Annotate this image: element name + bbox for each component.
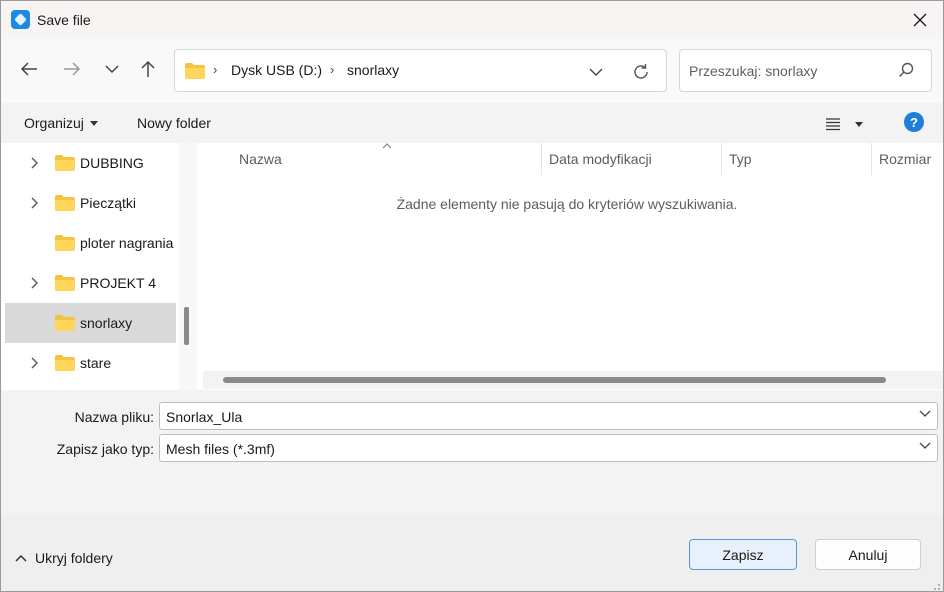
hide-folders-button[interactable]: Ukryj foldery [15, 550, 113, 566]
tree-item-label: PROJEKT 4 [80, 275, 156, 291]
address-history-dropdown[interactable] [583, 60, 609, 84]
sort-ascending-icon [382, 143, 392, 149]
organize-menu-button[interactable]: Organizuj [24, 115, 98, 131]
tree-item-dubbing[interactable]: DUBBING [5, 143, 176, 183]
navigation-scrollbar-thumb[interactable] [184, 307, 189, 345]
filetype-select[interactable]: Mesh files (*.3mf) [159, 434, 938, 462]
change-view-button[interactable] [825, 113, 873, 135]
app-icon [11, 10, 30, 29]
breadcrumb-separator: › [213, 62, 218, 77]
help-button[interactable]: ? [904, 112, 924, 132]
caret-down-icon [855, 121, 863, 127]
breadcrumb-drive[interactable]: Dysk USB (D:) [231, 62, 322, 78]
folder-icon [55, 195, 75, 211]
tree-item-label: ploter nagrania [80, 235, 174, 251]
new-folder-button[interactable]: Nowy folder [137, 115, 211, 131]
filename-label: Nazwa pliku: [74, 409, 154, 425]
back-button[interactable] [13, 53, 45, 85]
list-view-icon [826, 118, 840, 131]
forward-button[interactable] [56, 53, 88, 85]
save-options: Nazwa pliku: Zapisz jako typ: Mesh files… [1, 390, 943, 515]
resize-grip-icon[interactable] [931, 581, 941, 591]
recent-locations-button[interactable] [96, 53, 128, 85]
command-bar: Organizuj Nowy folder [1, 103, 943, 143]
tree-item-pieczatki[interactable]: Pieczątki [5, 183, 176, 223]
column-divider[interactable] [721, 143, 722, 175]
folder-icon [55, 155, 75, 171]
chevron-up-icon [15, 554, 27, 562]
tree-item-label: stare [80, 355, 112, 371]
column-divider[interactable] [541, 143, 542, 175]
search-box[interactable] [679, 49, 932, 92]
window-title: Save file [37, 12, 91, 28]
save-button[interactable]: Zapisz [689, 539, 797, 570]
breadcrumb-folder[interactable]: snorlaxy [347, 62, 399, 78]
search-input[interactable] [689, 61, 889, 81]
column-header-name[interactable]: Nazwa [239, 151, 282, 167]
dialog-footer: Ukryj foldery Zapisz Anuluj [1, 515, 943, 591]
close-icon [913, 13, 927, 27]
chevron-down-icon [105, 65, 119, 74]
folder-icon [55, 315, 75, 331]
column-header-date-modified[interactable]: Data modyfikacji [549, 151, 652, 167]
tree-item-stare[interactable]: stare [5, 343, 176, 383]
navigation-pane: DUBBING Pieczątki ploter nagrania PROJEK… [1, 143, 197, 390]
address-bar[interactable]: › Dysk USB (D:) › snorlaxy [174, 49, 667, 92]
arrow-up-icon [141, 60, 155, 77]
tree-item-label: DUBBING [80, 155, 144, 171]
folder-icon [55, 355, 75, 371]
file-list: Nazwa Data modyfikacji Typ Rozmiar Żadne… [199, 143, 943, 390]
refresh-icon [634, 64, 648, 79]
close-button[interactable] [897, 1, 943, 39]
tree-item-label: snorlaxy [80, 315, 133, 331]
arrow-right-icon [64, 62, 81, 76]
chevron-down-icon [589, 68, 603, 76]
content-area: DUBBING Pieczątki ploter nagrania PROJEK… [1, 143, 943, 390]
empty-results-message: Żadne elementy nie pasują do kryteriów w… [396, 196, 738, 212]
hide-folders-label: Ukryj foldery [35, 550, 113, 566]
chevron-right-icon[interactable] [27, 196, 41, 210]
folder-icon [55, 275, 75, 291]
organize-label: Organizuj [24, 115, 84, 131]
new-folder-label: Nowy folder [137, 115, 211, 131]
chevron-right-icon[interactable] [27, 276, 41, 290]
up-button[interactable] [132, 53, 164, 85]
tree-item-ploter-nagrania[interactable]: ploter nagrania [5, 223, 176, 263]
chevron-down-icon[interactable] [919, 410, 931, 418]
breadcrumb-separator: › [330, 62, 335, 77]
filetype-value: Mesh files (*.3mf) [166, 441, 275, 457]
tree-item-snorlaxy[interactable]: snorlaxy [5, 303, 176, 343]
chevron-right-icon[interactable] [27, 156, 41, 170]
column-header-size[interactable]: Rozmiar [879, 151, 931, 167]
folder-icon [185, 63, 205, 79]
tree-item-projekt-4[interactable]: PROJEKT 4 [5, 263, 176, 303]
filename-combobox[interactable] [159, 402, 938, 430]
navigation-scrollbar[interactable] [179, 143, 197, 390]
horizontal-scrollbar-thumb[interactable] [223, 377, 886, 383]
arrow-left-icon [20, 62, 37, 76]
filename-input[interactable] [166, 408, 866, 426]
navigation-bar: › Dysk USB (D:) › snorlaxy [1, 39, 943, 103]
cancel-button[interactable]: Anuluj [815, 539, 921, 570]
chevron-right-icon[interactable] [27, 356, 41, 370]
search-icon [898, 62, 914, 78]
save-file-dialog: Save file › Dysk USB (D:) › snorlaxy Prz… [0, 0, 944, 592]
folder-icon [55, 235, 75, 251]
chevron-down-icon[interactable] [919, 442, 931, 450]
caret-down-icon [89, 120, 98, 126]
column-divider[interactable] [871, 143, 872, 175]
title-bar: Save file [1, 1, 943, 39]
filetype-label: Zapisz jako typ: [56, 441, 154, 457]
column-header-type[interactable]: Typ [729, 151, 752, 167]
tree-item-label: Pieczątki [80, 195, 137, 211]
refresh-button[interactable] [628, 59, 654, 85]
